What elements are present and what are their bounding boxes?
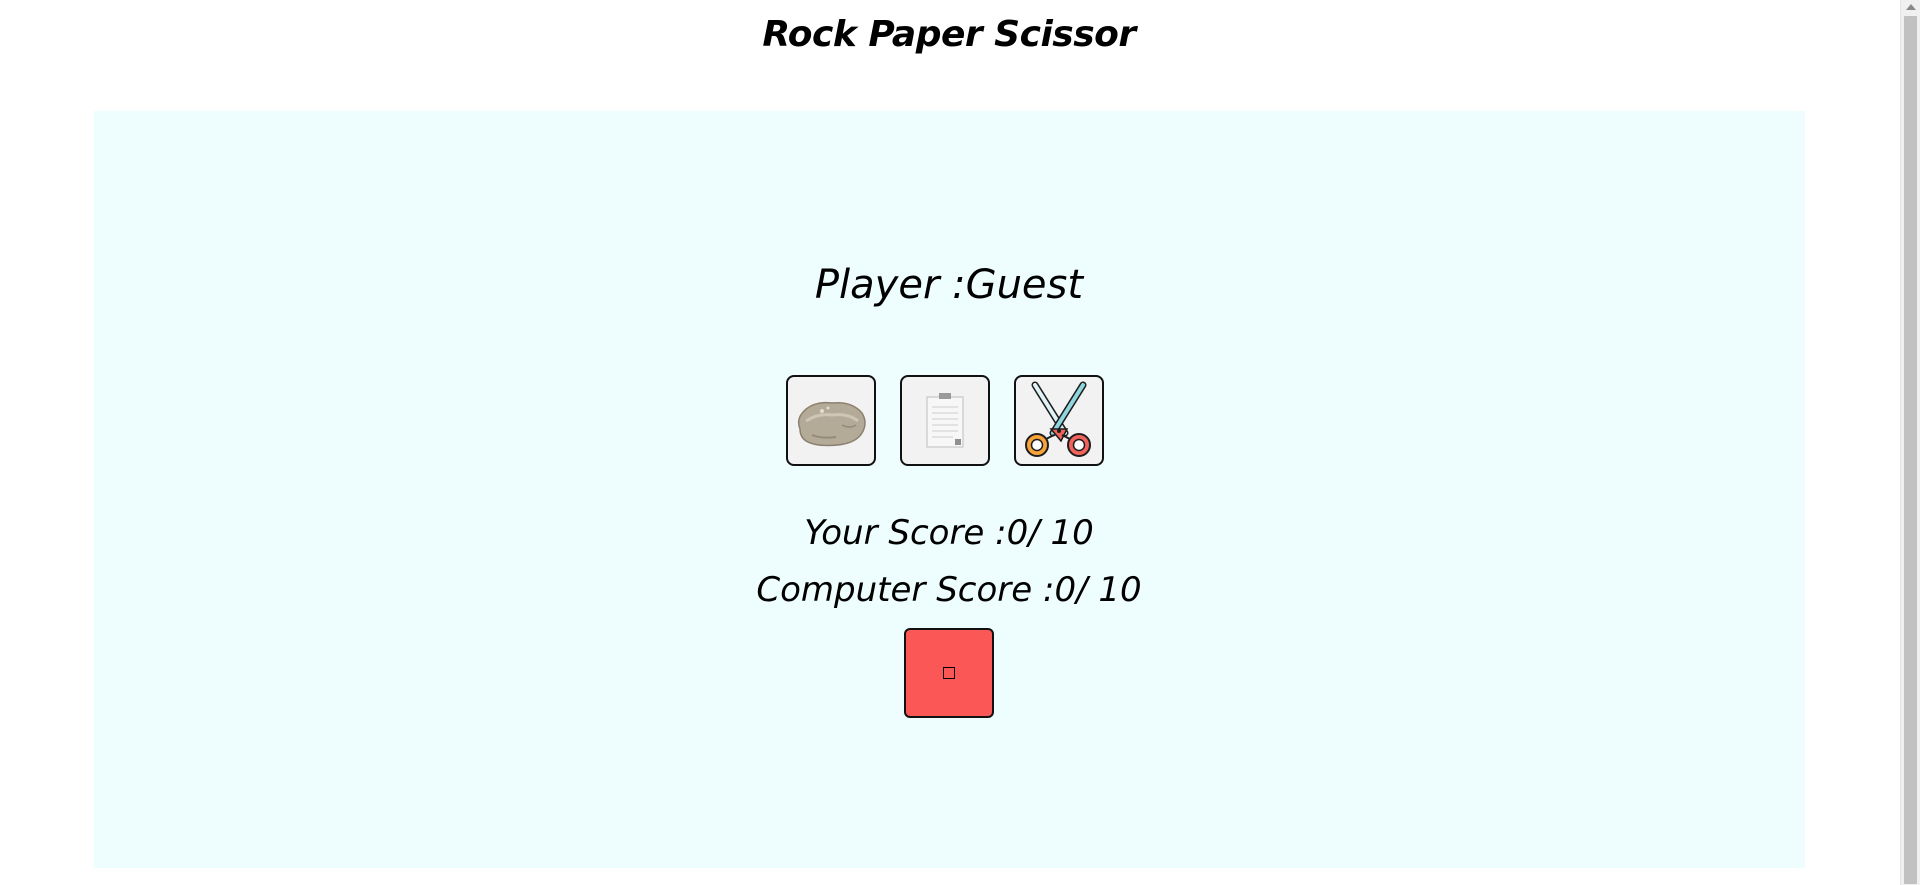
scrollbar-thumb[interactable] [1904, 16, 1917, 884]
paper-button[interactable] [900, 375, 990, 466]
game-panel [94, 111, 1805, 868]
your-score: Your Score :0/ 10 [804, 513, 1094, 553]
choice-buttons [786, 375, 1104, 466]
rock-icon [797, 401, 866, 446]
page-title: Rock Paper Scissor [762, 14, 1136, 55]
rock-button[interactable] [786, 375, 876, 466]
paper-icon [926, 392, 964, 448]
computer-score: Computer Score :0/ 10 [756, 570, 1142, 610]
page: Rock Paper Scissor Player :Guest Your Sc… [0, 0, 1920, 885]
scissors-icon [1025, 381, 1091, 457]
reset-button[interactable] [904, 628, 994, 718]
player-label: Player :Guest [814, 262, 1084, 308]
scroll-up-arrow-icon[interactable] [1906, 4, 1916, 10]
vertical-scrollbar[interactable] [1900, 0, 1920, 885]
scissors-button[interactable] [1014, 375, 1104, 466]
square-icon [943, 667, 955, 679]
